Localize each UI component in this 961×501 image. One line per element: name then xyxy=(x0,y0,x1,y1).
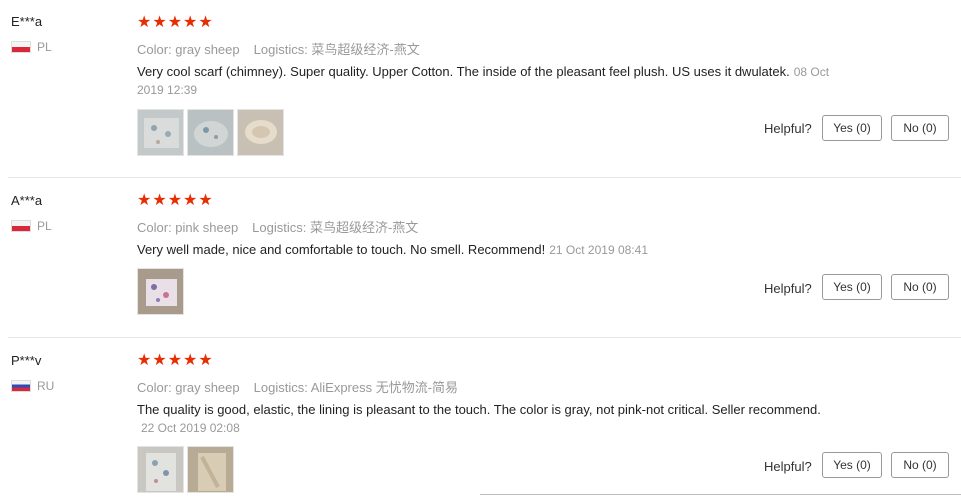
star-icon: ★ xyxy=(152,14,167,31)
helpful-yes-button[interactable]: Yes (0) xyxy=(822,115,882,141)
reviewer-name: E***a xyxy=(11,14,43,29)
photo-icon xyxy=(146,279,177,306)
star-icon: ★ xyxy=(137,14,152,31)
poland-flag-icon xyxy=(11,41,31,53)
helpful-no-button[interactable]: No (0) xyxy=(891,274,949,300)
logistics-info: Logistics: 菜鸟超级经济-燕文 xyxy=(253,42,420,57)
review-photo-thumbnail[interactable] xyxy=(187,109,234,156)
star-icon: ★ xyxy=(198,192,213,209)
review-text: Very cool scarf (chimney). Super quality… xyxy=(137,63,857,99)
review-body: The quality is good, elastic, the lining… xyxy=(137,402,821,417)
star-icon: ★ xyxy=(183,192,198,209)
reviewer-country: PL xyxy=(11,219,52,233)
color-variant: Color: gray sheep xyxy=(137,42,240,57)
review-meta: Color: gray sheep Logistics: 菜鸟超级经济-燕文 xyxy=(137,39,420,58)
reviewer-name: A***a xyxy=(11,193,43,208)
russia-flag-icon xyxy=(11,380,31,392)
star-icon: ★ xyxy=(167,352,183,369)
star-icon: ★ xyxy=(167,14,183,31)
helpful-yes-button[interactable]: Yes (0) xyxy=(822,452,882,478)
helpful-no-button[interactable]: No (0) xyxy=(891,452,949,478)
photo-icon xyxy=(194,121,228,147)
star-icon: ★ xyxy=(152,192,167,209)
reviewer-country: RU xyxy=(11,379,54,393)
star-icon: ★ xyxy=(198,14,213,31)
country-code: PL xyxy=(37,40,52,54)
country-code: PL xyxy=(37,219,52,233)
review-photo-thumbnail[interactable] xyxy=(137,109,184,156)
review-text: The quality is good, elastic, the lining… xyxy=(137,401,857,437)
helpful-no-button[interactable]: No (0) xyxy=(891,115,949,141)
review-photo-thumbnail[interactable] xyxy=(137,268,184,315)
review-date: 21 Oct 2019 08:41 xyxy=(549,243,648,257)
star-icon: ★ xyxy=(137,352,152,369)
helpful-label: Helpful? xyxy=(764,281,812,296)
review-text: Very well made, nice and comfortable to … xyxy=(137,241,897,259)
review-photo-thumbnail[interactable] xyxy=(137,446,184,493)
helpful-yes-button[interactable]: Yes (0) xyxy=(822,274,882,300)
star-icon: ★ xyxy=(137,192,152,209)
photo-icon xyxy=(146,453,176,491)
review-photos xyxy=(137,446,234,493)
logistics-info: Logistics: AliExpress 无忧物流-简易 xyxy=(253,380,459,395)
review-photos xyxy=(137,268,184,315)
star-rating: ★ ★ ★ ★ ★ xyxy=(137,15,213,31)
photo-icon xyxy=(245,120,277,144)
helpful-label: Helpful? xyxy=(764,121,812,136)
logistics-info: Logistics: 菜鸟超级经济-燕文 xyxy=(252,220,419,235)
review-divider xyxy=(8,177,961,178)
review-meta: Color: gray sheep Logistics: AliExpress 无… xyxy=(137,377,458,396)
review-date: 22 Oct 2019 02:08 xyxy=(141,421,240,435)
poland-flag-icon xyxy=(11,220,31,232)
star-rating: ★ ★ ★ ★ ★ xyxy=(137,353,213,369)
review-divider xyxy=(8,337,961,338)
reviewer-name: P***v xyxy=(11,353,42,368)
star-rating: ★ ★ ★ ★ ★ xyxy=(137,193,213,209)
review-body: Very cool scarf (chimney). Super quality… xyxy=(137,64,790,79)
helpful-label: Helpful? xyxy=(764,459,812,474)
photo-icon xyxy=(198,453,226,491)
color-variant: Color: pink sheep xyxy=(137,220,239,235)
review-photo-thumbnail[interactable] xyxy=(237,109,284,156)
star-icon: ★ xyxy=(167,192,183,209)
star-icon: ★ xyxy=(152,352,167,369)
country-code: RU xyxy=(37,379,55,393)
photo-icon xyxy=(144,118,179,148)
review-meta: Color: pink sheep Logistics: 菜鸟超级经济-燕文 xyxy=(137,217,418,236)
review-photos xyxy=(137,109,284,156)
star-icon: ★ xyxy=(183,14,198,31)
star-icon: ★ xyxy=(198,352,213,369)
review-photo-thumbnail[interactable] xyxy=(187,446,234,493)
review-body: Very well made, nice and comfortable to … xyxy=(137,242,546,257)
color-variant: Color: gray sheep xyxy=(137,380,240,395)
reviewer-country: PL xyxy=(11,40,52,54)
star-icon: ★ xyxy=(183,352,198,369)
